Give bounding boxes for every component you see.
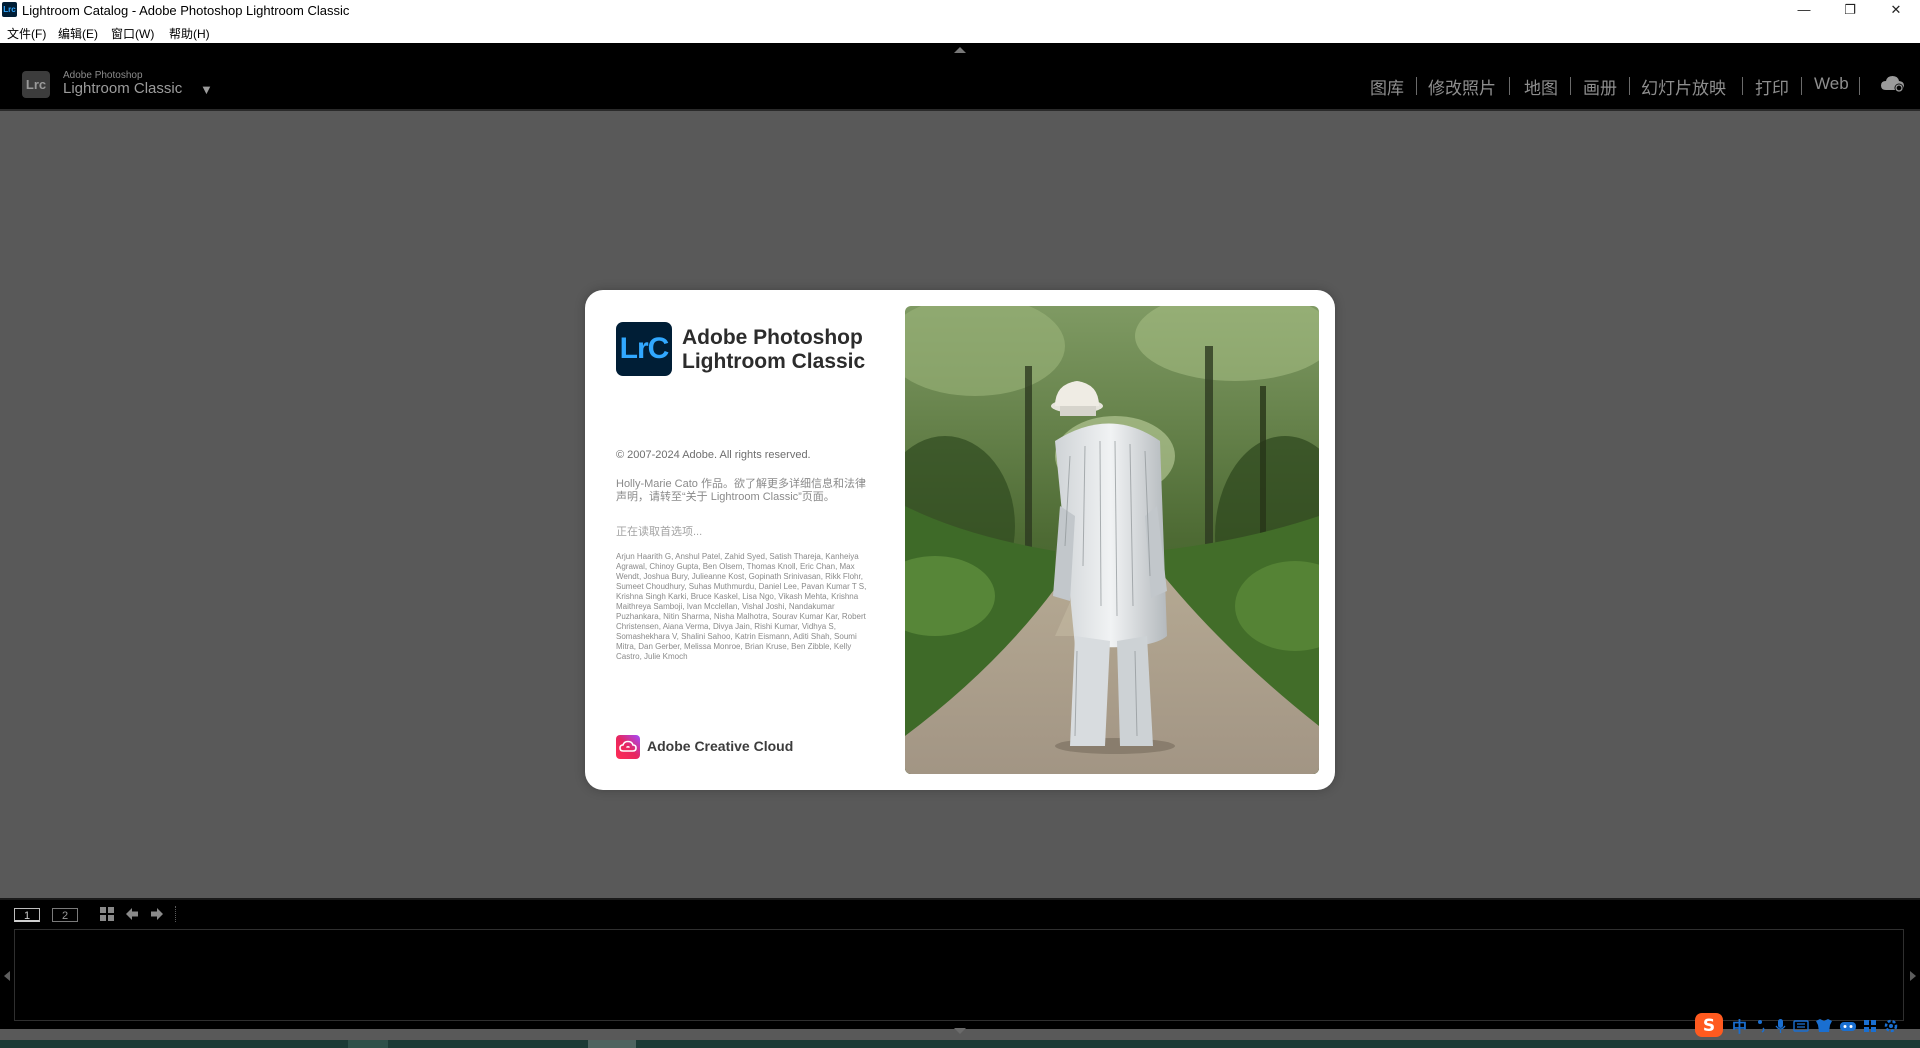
- module-map[interactable]: 地图: [1524, 74, 1558, 99]
- lrc-badge: Lrc: [22, 71, 50, 98]
- left-panel-toggle-icon[interactable]: [4, 971, 10, 981]
- splash-product-line1: Adobe Photoshop: [682, 326, 863, 349]
- module-separator: [1509, 77, 1510, 95]
- module-separator: [1629, 77, 1630, 95]
- filmstrip-thumbnail-area[interactable]: [14, 929, 1904, 1021]
- brand-product: Lightroom Classic: [63, 80, 183, 97]
- splash-photo: [905, 306, 1319, 774]
- creative-cloud-icon: [616, 735, 640, 759]
- restore-button[interactable]: ❐: [1827, 0, 1873, 21]
- module-slideshow[interactable]: 幻灯片放映: [1641, 74, 1726, 99]
- identity-dropdown-icon[interactable]: ▼: [200, 82, 213, 97]
- filmstrip-toolbar: 1 2: [0, 900, 1920, 926]
- top-panel-toggle-strip[interactable]: [0, 43, 1920, 56]
- menu-help[interactable]: 帮助(H): [169, 25, 210, 42]
- module-picker: 图库 修改照片 地图 画册 幻灯片放映 打印 Web: [1360, 74, 1920, 98]
- window-title: Lightroom Catalog - Adobe Photoshop Ligh…: [22, 3, 350, 18]
- creative-cloud-label: Adobe Creative Cloud: [647, 738, 794, 754]
- module-separator: [1742, 77, 1743, 95]
- identity-panel: Lrc Adobe Photoshop Lightroom Classic ▼ …: [0, 56, 1920, 111]
- grid-icon[interactable]: [100, 907, 114, 921]
- taskbar-app[interactable]: [588, 1040, 636, 1048]
- app-icon: Lrc: [2, 2, 17, 17]
- splash-copyright: © 2007-2024 Adobe. All rights reserved.: [616, 449, 811, 461]
- module-separator: [1416, 77, 1417, 95]
- view-2-button[interactable]: 2: [52, 908, 78, 922]
- splash-photo-credit: Holly-Marie Cato 作品。欲了解更多详细信息和法律声明，请转至“关…: [616, 478, 866, 503]
- menu-window[interactable]: 窗口(W): [111, 25, 154, 42]
- right-panel-toggle-icon[interactable]: [1910, 971, 1916, 981]
- bottom-panel-toggle-icon[interactable]: [954, 1028, 966, 1034]
- menu-edit[interactable]: 编辑(E): [58, 25, 98, 42]
- os-taskbar: [0, 1040, 1920, 1048]
- module-separator: [1801, 77, 1802, 95]
- view-1-button[interactable]: 1: [14, 908, 40, 922]
- minimize-button[interactable]: —: [1781, 0, 1827, 21]
- module-book[interactable]: 画册: [1583, 74, 1617, 99]
- toolbar-separator: [175, 906, 177, 922]
- module-print[interactable]: 打印: [1755, 74, 1789, 99]
- ime-tool-icons[interactable]: [1754, 1018, 1914, 1034]
- splash-contributors: Arjun Haarith G, Anshul Patel, Zahid Sye…: [616, 552, 867, 661]
- arrow-left-icon[interactable]: [125, 907, 139, 921]
- collapse-up-icon[interactable]: [954, 47, 966, 53]
- cloud-sync-icon[interactable]: [1880, 74, 1906, 94]
- module-separator: [1859, 77, 1860, 95]
- arrow-right-icon[interactable]: [150, 907, 164, 921]
- svg-text:S: S: [1703, 1016, 1715, 1036]
- sogou-logo-icon[interactable]: S: [1694, 1012, 1724, 1038]
- module-separator: [1570, 77, 1571, 95]
- filmstrip: [0, 926, 1920, 1034]
- module-library[interactable]: 图库: [1370, 74, 1404, 99]
- taskbar-app[interactable]: [348, 1040, 388, 1048]
- splash-loading-status: 正在读取首选项...: [616, 526, 703, 538]
- ime-mode-label[interactable]: 中: [1732, 1016, 1747, 1037]
- window-titlebar: Lrc Lightroom Catalog - Adobe Photoshop …: [0, 0, 1920, 21]
- splash-product-line2: Lightroom Classic: [682, 350, 866, 373]
- lrc-logo: LrC: [616, 322, 672, 376]
- module-develop[interactable]: 修改照片: [1428, 74, 1496, 99]
- module-web[interactable]: Web: [1814, 74, 1849, 94]
- menubar: 文件(F) 编辑(E) 窗口(W) 帮助(H): [0, 21, 1920, 43]
- splash-dialog: LrC Adobe Photoshop Lightroom Classic © …: [585, 290, 1335, 790]
- menu-file[interactable]: 文件(F): [7, 25, 46, 42]
- close-button[interactable]: ✕: [1873, 0, 1919, 21]
